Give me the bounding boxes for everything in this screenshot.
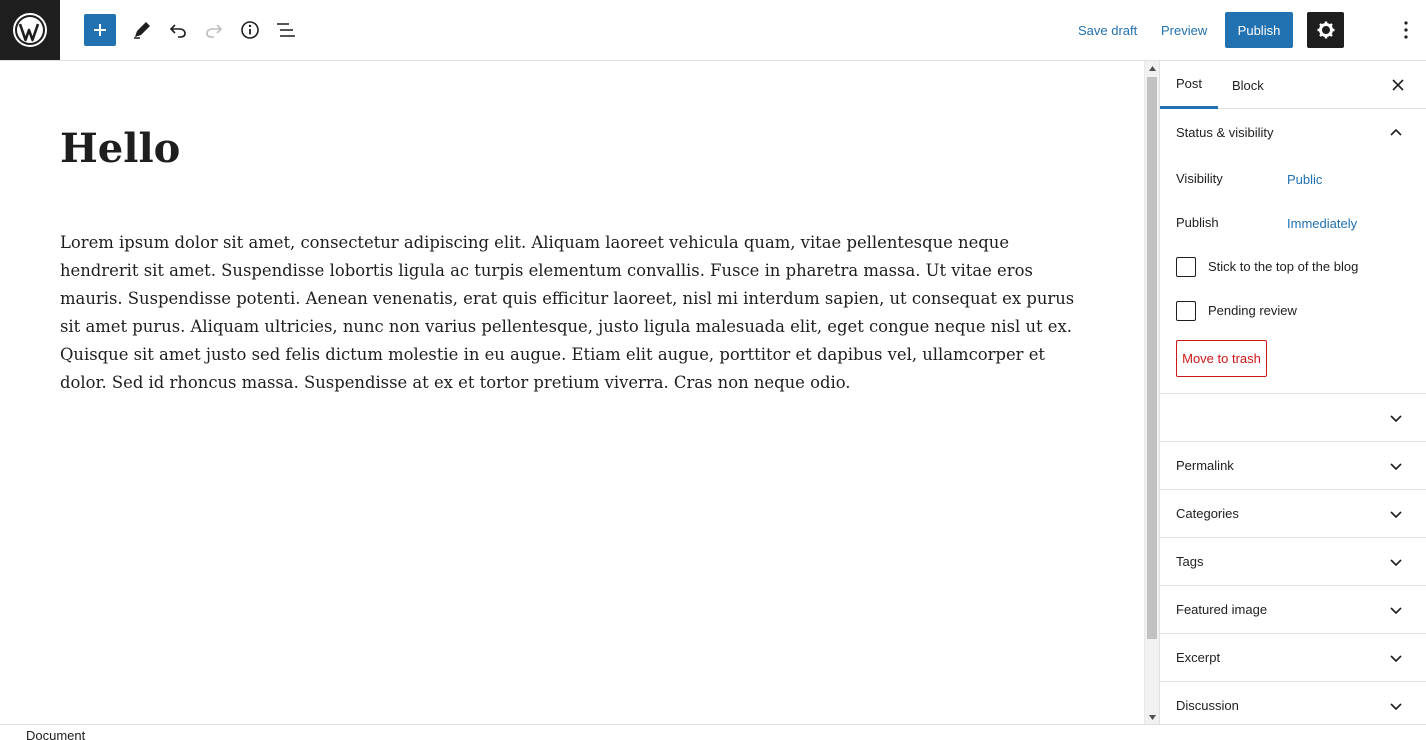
panel-discussion-title: Discussion: [1176, 698, 1239, 713]
scroll-down-arrow-icon[interactable]: [1145, 710, 1160, 724]
scroll-up-arrow-icon[interactable]: [1145, 61, 1160, 75]
post-title[interactable]: Hello: [60, 125, 180, 172]
redo-icon: [206, 24, 223, 38]
panel-discussion[interactable]: Discussion: [1160, 682, 1426, 730]
panel-featured-image-title: Featured image: [1176, 602, 1268, 617]
status-visibility-header[interactable]: Status & visibility: [1176, 125, 1274, 140]
info-icon: [241, 21, 259, 39]
add-block-button[interactable]: [84, 14, 116, 46]
visibility-toggle[interactable]: Public: [1287, 172, 1322, 187]
editor-toolbar: Save draft Preview Publish: [0, 0, 1426, 61]
details-button[interactable]: [234, 14, 266, 46]
panel-permalink[interactable]: Permalink: [1160, 442, 1426, 490]
panel-permalink-title: Permalink: [1176, 458, 1234, 473]
pending-review-label[interactable]: Pending review: [1208, 303, 1297, 318]
panel-categories[interactable]: Categories: [1160, 490, 1426, 538]
panel-unlabeled[interactable]: [1160, 394, 1426, 442]
status-visibility-panel: Status & visibility Visibility Public Pu…: [1160, 109, 1426, 394]
visibility-label: Visibility: [1176, 171, 1223, 186]
sticky-label[interactable]: Stick to the top of the blog: [1208, 259, 1358, 274]
paragraph-block[interactable]: Lorem ipsum dolor sit amet, consectetur …: [60, 229, 1090, 397]
chevron-up-icon[interactable]: [1388, 125, 1404, 141]
move-to-trash-button[interactable]: Move to trash: [1176, 340, 1267, 377]
tab-block[interactable]: Block: [1232, 61, 1264, 109]
redo-button[interactable]: [198, 14, 230, 46]
settings-sidebar: Post Block Status & visibility Visibilit…: [1159, 61, 1426, 730]
tools-button[interactable]: [126, 14, 158, 46]
list-view-button[interactable]: [270, 14, 302, 46]
plus-icon: [94, 24, 106, 36]
chevron-down-icon: [1390, 415, 1402, 423]
panel-tags-title: Tags: [1176, 554, 1204, 569]
sticky-checkbox[interactable]: [1176, 257, 1196, 277]
close-icon: [1392, 79, 1404, 91]
panel-excerpt-title: Excerpt: [1176, 650, 1221, 665]
panel-categories-title: Categories: [1176, 506, 1239, 521]
editor-scrollbar[interactable]: [1144, 61, 1159, 724]
chevron-down-icon: [1390, 607, 1402, 615]
chevron-down-icon: [1390, 703, 1402, 711]
pending-review-checkbox[interactable]: [1176, 301, 1196, 321]
undo-icon: [169, 24, 186, 38]
editor-canvas: Hello Lorem ipsum dolor sit amet, consec…: [0, 61, 1144, 724]
preview-button[interactable]: Preview: [1153, 12, 1215, 48]
more-options-button[interactable]: [1392, 14, 1420, 46]
panel-excerpt[interactable]: Excerpt: [1160, 634, 1426, 682]
list-view-icon: [277, 23, 295, 37]
undo-button[interactable]: [162, 14, 194, 46]
panel-tags[interactable]: Tags: [1160, 538, 1426, 586]
publish-date-toggle[interactable]: Immediately: [1287, 216, 1357, 231]
sidebar-tabs: Post Block: [1160, 61, 1426, 109]
chevron-down-icon: [1390, 463, 1402, 471]
settings-button[interactable]: [1307, 12, 1344, 48]
save-draft-button[interactable]: Save draft: [1070, 12, 1145, 48]
close-sidebar-button[interactable]: [1386, 73, 1410, 97]
chevron-down-icon: [1390, 511, 1402, 519]
pencil-icon: [134, 22, 150, 39]
breadcrumb-document[interactable]: Document: [26, 728, 85, 740]
chevron-down-icon: [1390, 559, 1402, 567]
block-breadcrumb: Document: [0, 724, 1426, 740]
vertical-ellipsis-icon: [1404, 21, 1408, 39]
chevron-down-icon: [1390, 655, 1402, 663]
scrollbar-thumb[interactable]: [1147, 77, 1157, 639]
gear-icon: [1317, 21, 1334, 39]
panel-featured-image[interactable]: Featured image: [1160, 586, 1426, 634]
tab-post[interactable]: Post: [1160, 61, 1219, 109]
publish-label: Publish: [1176, 215, 1219, 230]
wordpress-logo-icon[interactable]: [0, 0, 60, 60]
publish-button[interactable]: Publish: [1225, 12, 1293, 48]
